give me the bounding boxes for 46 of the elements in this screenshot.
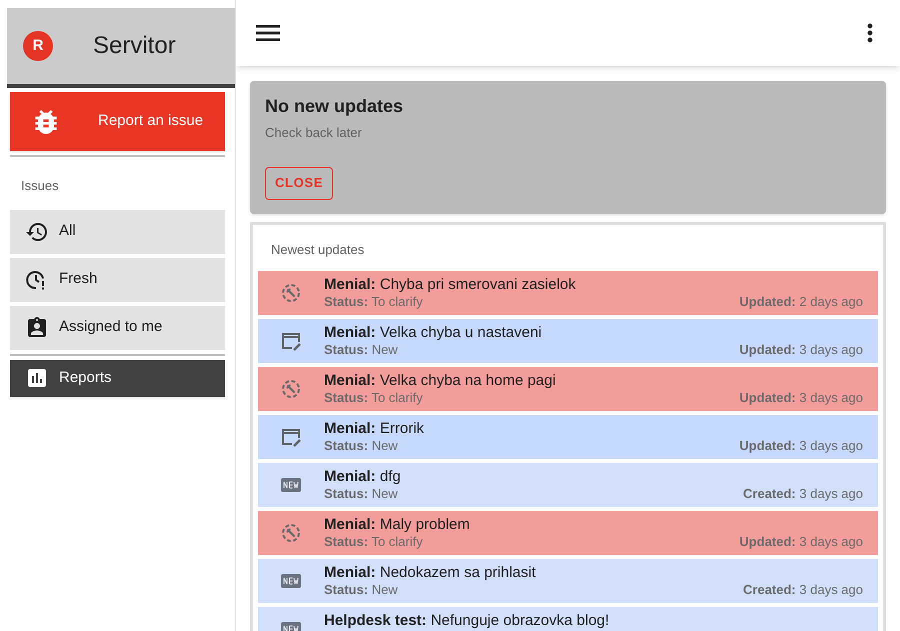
wrench-circle-icon [279,521,303,545]
update-status: Status: New [324,486,398,502]
update-status: Status: To clarify [324,390,423,406]
nav-item[interactable]: Fresh [10,258,225,302]
update-row[interactable]: Menial: Velka chyba na home pagi Status: To clarify Updated: 3 days ago [258,367,878,411]
update-title: Menial: Maly problem [324,516,471,534]
clipboard-person-icon [25,316,49,340]
section-label: Issues [21,177,60,195]
update-title: Helpdesk test: Nefunguje obrazovka blog! [324,612,610,630]
update-row[interactable]: Menial: Nedokazem sa prihlasit Status: New Created: 3 days ago [258,559,878,603]
nav-item[interactable]: All [10,210,225,254]
update-title: Menial: dfg [324,468,402,486]
updates-title: Newest updates [271,240,366,259]
app-title: Servitor [93,31,176,61]
update-date: Updated: 3 days ago [739,342,863,358]
update-row[interactable]: Menial: Chyba pri smerovani zasielok Status: To clarify Updated: 2 days ago [258,271,878,315]
update-title: Menial: Chyba pri smerovani zasielok [324,276,577,294]
notice-subtitle: Check back later [265,124,362,142]
update-date: Updated: 3 days ago [739,438,863,454]
update-status: Status: New [324,438,398,454]
update-date: Created: 3 days ago [743,582,863,598]
update-row[interactable]: Menial: dfg Status: New Created: 3 days ago [258,463,878,507]
update-row[interactable]: Menial: Errorik Status: New Updated: 3 days ago [258,415,878,459]
wrench-circle-icon [279,377,303,401]
update-status: Status: To clarify [324,294,423,310]
update-date: Updated: 3 days ago [739,534,863,550]
update-date: Created: 3 days ago [743,486,863,502]
update-title: Menial: Velka chyba u nastaveni [324,324,543,342]
update-date: Updated: 3 days ago [739,390,863,406]
update-row[interactable]: Helpdesk test: Nefunguje obrazovka blog! [258,607,878,631]
update-title: Menial: Errorik [324,420,426,438]
reports-item[interactable]: Reports [10,360,225,396]
update-status: Status: New [324,582,398,598]
update-status: Status: To clarify [324,534,423,550]
update-title: Menial: Velka chyba na home pagi [324,372,557,390]
update-title: Menial: Nedokazem sa prihlasit [324,564,537,582]
update-date: Updated: 2 days ago [739,294,863,310]
wrench-circle-icon [279,281,303,305]
report-issue-button[interactable]: Report an issue [10,92,225,151]
nav-item[interactable]: Assigned to me [10,306,225,350]
bar-chart-icon [25,366,49,390]
notice-title: No new updates [265,95,404,118]
app-logo: R [23,31,53,61]
update-status: Status: New [324,342,398,358]
update-row[interactable]: Menial: Maly problem Status: To clarify Updated: 3 days ago [258,511,878,555]
update-row[interactable]: Menial: Velka chyba u nastaveni Status: New Updated: 3 days ago [258,319,878,363]
